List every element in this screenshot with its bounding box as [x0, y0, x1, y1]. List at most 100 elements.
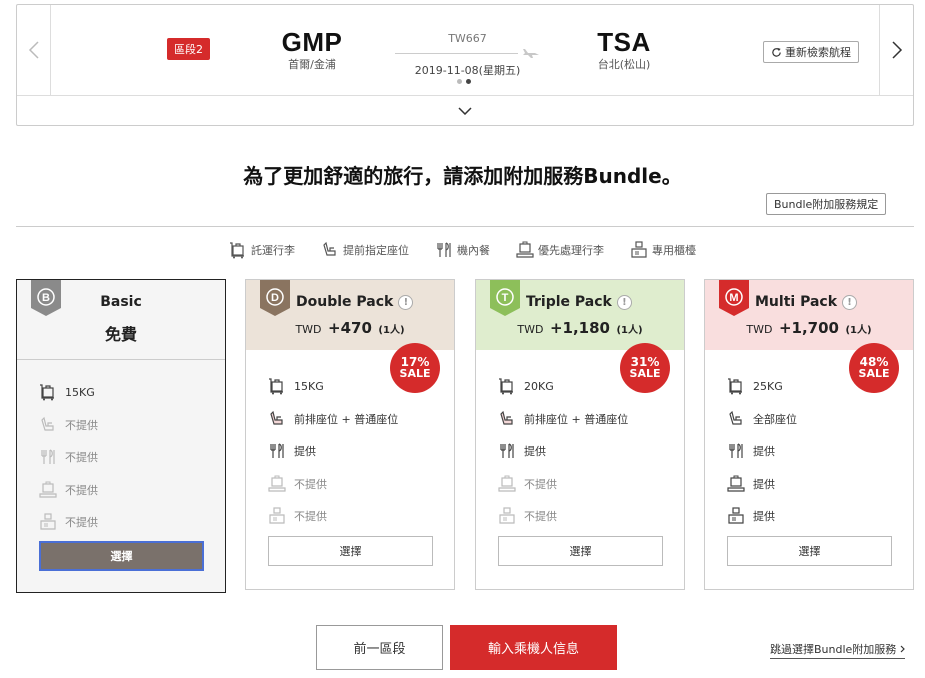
skip-bundle-link[interactable]: 跳過選擇Bundle附加服務 [770, 641, 906, 659]
card-header: M Multi Pack ! TWD +1,700 (1人) [705, 280, 913, 350]
enter-passenger-info-button[interactable]: 輸入乘機人信息 [450, 625, 617, 670]
bundle-card-multi[interactable]: M Multi Pack ! TWD +1,700 (1人) 48% SALE … [704, 279, 914, 590]
carousel-dot[interactable] [457, 79, 462, 84]
bundle-price: TWD +1,180 (1人) [476, 319, 684, 337]
feature-value: 提供 [524, 445, 546, 459]
legend-baggage: 託運行李 [229, 241, 295, 259]
feature-value: 不提供 [524, 477, 557, 491]
legend-priority-baggage: 優先處理行李 [516, 241, 604, 259]
bundle-rules-button[interactable]: Bundle附加服務規定 [766, 193, 887, 215]
feature-priority-baggage: 不提供 [498, 468, 628, 501]
feature-seat: 前排座位 + 普通座位 [498, 403, 628, 436]
chevron-left-icon [28, 41, 39, 59]
select-double-button[interactable]: 選擇 [268, 536, 433, 566]
page-title: 為了更加舒適的旅行，請添加附加服務Bundle。 [243, 164, 682, 188]
feature-value: 不提供 [65, 451, 98, 465]
segment-badge: 區段2 [167, 38, 210, 60]
info-icon[interactable]: ! [842, 294, 858, 310]
carousel-dots [457, 79, 471, 84]
service-legend: 託運行李 提前指定座位 機內餐 優先處理行李 專用櫃檯 [0, 241, 925, 259]
price-unit: (1人) [616, 325, 643, 336]
info-icon[interactable]: ! [398, 294, 414, 310]
destination-city: 台北(松山) [597, 58, 651, 71]
bundle-name: Basic [17, 294, 225, 310]
triple-badge-icon: T [490, 280, 520, 316]
feature-baggage: 20KG [498, 370, 628, 403]
feature-value: 15KG [65, 385, 95, 399]
feature-seat: 前排座位 + 普通座位 [268, 403, 398, 436]
seat-icon [41, 416, 54, 431]
feature-value: 不提供 [294, 510, 327, 524]
select-triple-button[interactable]: 選擇 [498, 536, 663, 566]
currency: TWD [295, 323, 322, 336]
info-icon[interactable]: ! [616, 294, 632, 310]
feature-value: 提供 [753, 477, 775, 491]
bundle-card-double[interactable]: D Double Pack ! TWD +470 (1人) 17% SALE 1… [245, 279, 455, 590]
bundle-name: Double Pack ! [296, 294, 454, 310]
counter-icon [499, 507, 515, 524]
origin-city: 首爾/金浦 [288, 58, 336, 71]
seat-icon [500, 410, 513, 425]
bundle-name-text: Basic [100, 294, 142, 310]
prev-flight-arrow[interactable] [17, 5, 51, 95]
feature-counter: 提供 [727, 500, 797, 533]
legend-label: 機內餐 [457, 244, 490, 257]
feature-value: 15KG [294, 379, 324, 393]
feature-counter: 不提供 [498, 500, 628, 533]
price-unit: (1人) [845, 325, 872, 336]
flight-number: TW667 [448, 32, 487, 45]
carousel-dot-active[interactable] [466, 79, 471, 84]
bundle-price: 免費 [104, 325, 137, 344]
feature-baggage: 15KG [268, 370, 398, 403]
baggage-icon [499, 378, 513, 395]
feature-priority-baggage: 不提供 [39, 474, 98, 507]
feature-meal: 提供 [498, 435, 628, 468]
price-amount: +470 [328, 319, 372, 337]
meal-icon [41, 449, 55, 465]
destination-airport: TSA 台北(松山) [579, 27, 669, 72]
priority-baggage-icon [268, 475, 286, 492]
priority-baggage-icon [727, 475, 745, 492]
counter-icon [269, 507, 285, 524]
feature-seat: 全部座位 [727, 403, 797, 436]
feature-value: 全部座位 [753, 412, 797, 426]
baggage-icon [230, 242, 244, 259]
research-flight-button[interactable]: 重新檢索航程 [763, 41, 859, 63]
flight-date: 2019-11-08(星期五) [414, 64, 521, 77]
feature-value: 前排座位 + 普通座位 [294, 412, 399, 426]
divider [16, 226, 914, 227]
legend-label: 託運行李 [251, 244, 295, 257]
feature-counter: 不提供 [39, 506, 98, 539]
feature-list: 25KG 全部座位 提供 提供 提供 [727, 370, 797, 533]
feature-priority-baggage: 不提供 [268, 468, 398, 501]
svg-text:D: D [271, 292, 279, 304]
next-flight-arrow[interactable] [879, 5, 913, 95]
priority-baggage-icon [516, 241, 534, 258]
legend-label: 提前指定座位 [343, 244, 409, 257]
flight-summary-card: 區段2 GMP 首爾/金浦 TW667 2019-11-08(星期五) TSA … [16, 4, 914, 126]
seat-icon [270, 410, 283, 425]
feature-counter: 不提供 [268, 500, 398, 533]
bundle-card-basic[interactable]: B Basic 免費 15KG 不提供 不提供 不提供 不提供 選擇 [16, 279, 226, 593]
origin-airport: GMP 首爾/金浦 [267, 27, 357, 72]
bundle-name: Multi Pack ! [755, 294, 913, 310]
counter-icon [40, 513, 56, 530]
chevron-right-icon [900, 645, 906, 653]
bundle-name: Triple Pack ! [526, 294, 684, 310]
sale-word: SALE [399, 367, 431, 380]
previous-segment-button[interactable]: 前一區段 [316, 625, 443, 670]
currency: TWD [517, 323, 544, 336]
legend-meal: 機內餐 [435, 241, 490, 259]
feature-value: 不提供 [524, 510, 557, 524]
expand-flight-toggle[interactable] [17, 96, 913, 126]
refresh-icon [772, 47, 781, 57]
select-basic-button[interactable]: 選擇 [39, 541, 204, 571]
meal-icon [270, 443, 284, 459]
baggage-icon [728, 378, 742, 395]
price-amount: +1,700 [778, 319, 839, 337]
select-multi-button[interactable]: 選擇 [727, 536, 892, 566]
bundle-card-triple[interactable]: T Triple Pack ! TWD +1,180 (1人) 31% SALE… [475, 279, 685, 590]
svg-text:M: M [729, 292, 738, 304]
counter-icon [631, 241, 647, 258]
feature-value: 25KG [753, 379, 783, 393]
